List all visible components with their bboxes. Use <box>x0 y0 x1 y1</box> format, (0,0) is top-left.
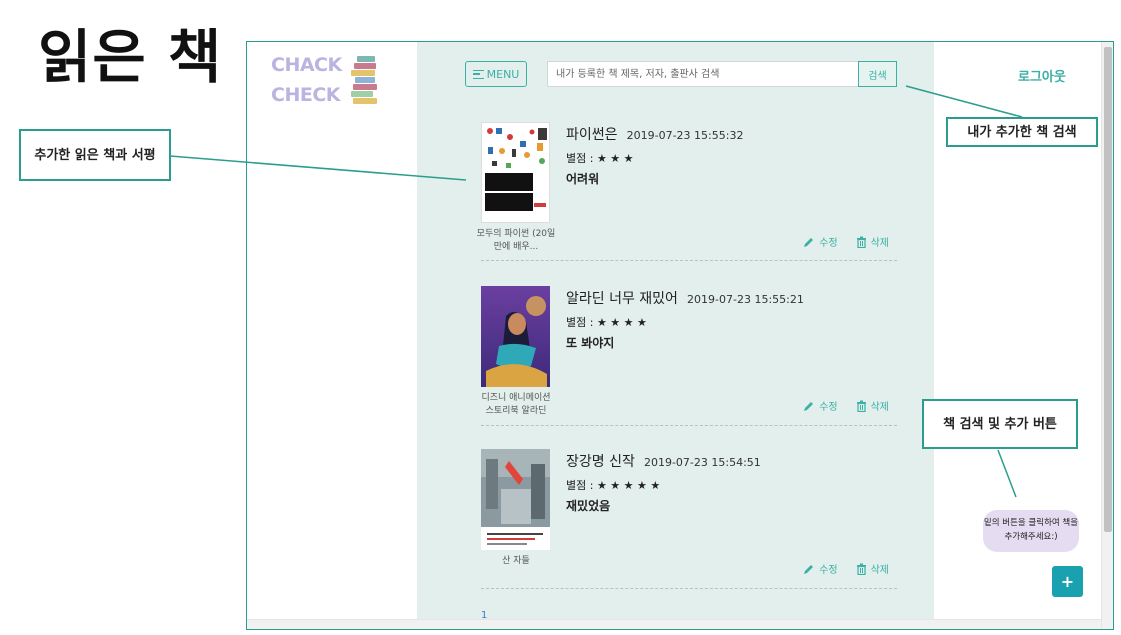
entry-actions: 수정 삭제 <box>803 234 889 249</box>
entry-title: 알라딘 너무 재밌어 <box>566 291 678 307</box>
trash-icon <box>856 563 866 575</box>
entry-review: 재밌었음 <box>566 499 611 513</box>
add-book-button[interactable]: + <box>1052 566 1083 597</box>
menu-icon <box>472 69 484 79</box>
content-panel: MENU 검색 모두의 파이썬 (20일 만에 배우... <box>417 42 934 629</box>
edit-button[interactable]: 수정 <box>803 398 838 413</box>
left-column: CHACK CHECK <box>247 42 417 629</box>
book-entry: 산 자들 장강명 신작 2019-07-23 15:54:51 별점 : ★ ★… <box>481 449 897 589</box>
entry-title: 장강명 신작 <box>566 454 635 470</box>
menu-label: MENU <box>486 67 520 81</box>
entry-info: 파이썬은 2019-07-23 15:55:32 별점 : ★ ★ ★ 어려워 <box>566 124 743 187</box>
callout-add: 책 검색 및 추가 버튼 <box>922 399 1078 449</box>
logo[interactable]: CHACK CHECK <box>271 54 381 110</box>
delete-button[interactable]: 삭제 <box>856 234 889 249</box>
edit-button[interactable]: 수정 <box>803 234 838 249</box>
entry-review: 어려워 <box>566 172 600 186</box>
book-cover-aladdin[interactable] <box>481 286 550 387</box>
entry-date: 2019-07-23 15:55:21 <box>687 293 804 306</box>
delete-button[interactable]: 삭제 <box>856 561 889 576</box>
callout-added-books: 추가한 읽은 책과 서평 <box>19 129 171 181</box>
logo-line2: CHECK <box>271 84 341 106</box>
add-hint-tooltip: 밑의 버튼을 클릭하여 책을 추가해주세요:) <box>983 510 1079 552</box>
vertical-scrollbar[interactable] <box>1101 42 1113 629</box>
horizontal-scrollbar[interactable] <box>247 619 1101 629</box>
edit-button[interactable]: 수정 <box>803 561 838 576</box>
callout-search: 내가 추가한 책 검색 <box>946 117 1098 147</box>
entry-info: 장강명 신작 2019-07-23 15:54:51 별점 : ★ ★ ★ ★ … <box>566 451 761 514</box>
book-entry: 디즈니 애니메이션 스토리북 알라딘 알라딘 너무 재밌어 2019-07-23… <box>481 286 897 426</box>
entry-title: 파이썬은 <box>566 127 618 143</box>
pencil-icon <box>804 237 814 247</box>
entry-date: 2019-07-23 15:55:32 <box>626 129 744 142</box>
menu-button[interactable]: MENU <box>465 61 527 87</box>
trash-icon <box>856 400 866 412</box>
logout-link[interactable]: 로그아웃 <box>1018 66 1066 85</box>
book-caption: 모두의 파이썬 (20일 만에 배우... <box>476 229 556 252</box>
entry-actions: 수정 삭제 <box>803 398 889 413</box>
entry-rating: 별점 : ★ ★ ★ ★ ★ <box>566 479 661 492</box>
entry-rating: 별점 : ★ ★ ★ <box>566 152 634 165</box>
book-caption: 디즈니 애니메이션 스토리북 알라딘 <box>481 393 551 416</box>
delete-button[interactable]: 삭제 <box>856 398 889 413</box>
search-button[interactable]: 검색 <box>858 61 897 87</box>
books-icon <box>351 56 379 108</box>
book-entry: 모두의 파이썬 (20일 만에 배우... 파이썬은 2019-07-23 15… <box>477 122 897 261</box>
scrollbar-thumb[interactable] <box>1104 47 1112 532</box>
entry-actions: 수정 삭제 <box>803 561 889 576</box>
pencil-icon <box>804 401 814 411</box>
trash-icon <box>856 236 866 248</box>
logo-line1: CHACK <box>271 54 342 76</box>
slide-title: 읽은 책 <box>38 23 223 91</box>
search-input[interactable] <box>547 61 859 87</box>
book-cover-living[interactable] <box>481 449 550 550</box>
pencil-icon <box>804 564 814 574</box>
entry-rating: 별점 : ★ ★ ★ ★ <box>566 316 647 329</box>
book-cover-python[interactable] <box>481 122 550 223</box>
entry-info: 알라딘 너무 재밌어 2019-07-23 15:55:21 별점 : ★ ★ … <box>566 288 804 351</box>
book-caption: 산 자들 <box>502 556 530 566</box>
entry-date: 2019-07-23 15:54:51 <box>643 456 761 469</box>
entry-review: 또 봐야지 <box>566 336 615 350</box>
